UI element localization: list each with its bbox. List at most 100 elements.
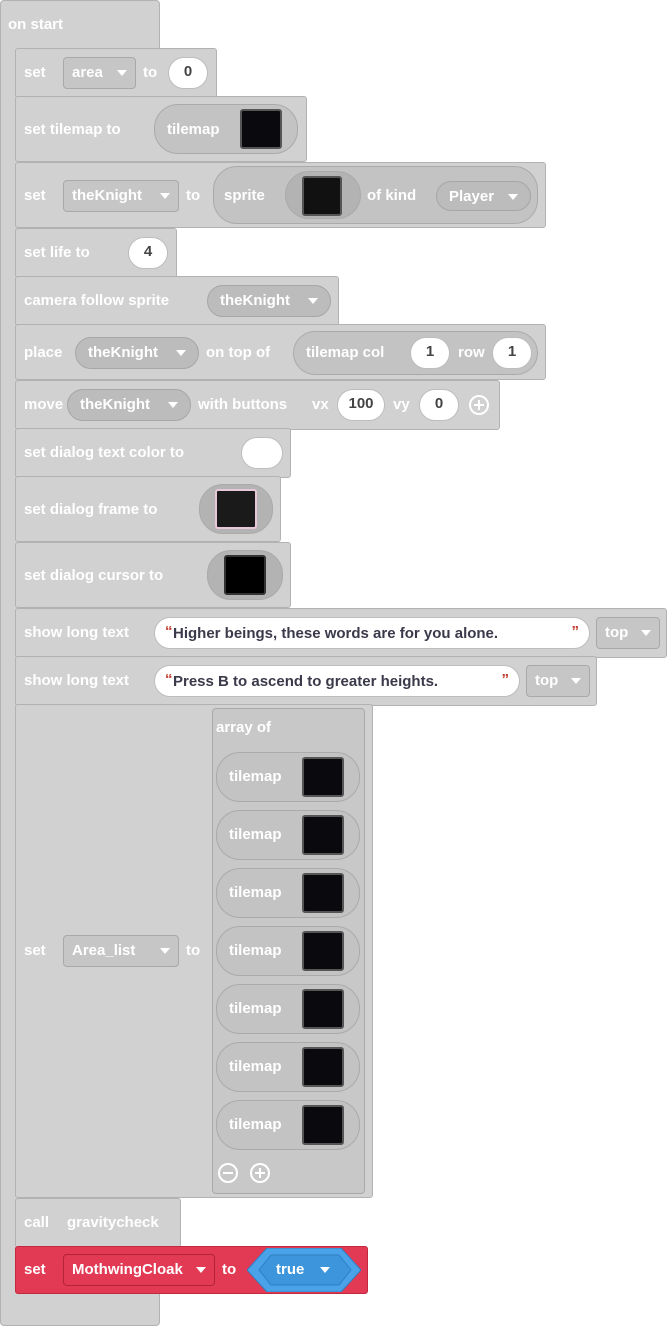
chevron-down-icon bbox=[641, 630, 651, 636]
chevron-down-icon bbox=[320, 1267, 330, 1273]
chevron-down-icon bbox=[160, 948, 170, 954]
tilemap-col-label: tilemap col bbox=[306, 344, 385, 361]
variable-name: Area_list bbox=[72, 942, 136, 959]
kind-name: Player bbox=[449, 188, 495, 205]
vx-label: vx bbox=[312, 396, 329, 413]
set-label: set bbox=[24, 942, 46, 959]
chevron-down-icon bbox=[160, 193, 170, 199]
col-value-input[interactable]: 1 bbox=[410, 337, 450, 369]
position-dropdown-1[interactable]: top bbox=[596, 617, 660, 649]
sprite-name: theKnight bbox=[80, 396, 150, 413]
call-label: call bbox=[24, 1214, 50, 1231]
to-label: to bbox=[186, 942, 201, 959]
vy-label: vy bbox=[393, 396, 410, 413]
to-label: to bbox=[186, 187, 201, 204]
array-item-label: tilemap bbox=[229, 884, 282, 901]
set-life-label: set life to bbox=[24, 244, 90, 261]
area-list-variable-dropdown[interactable]: Area_list bbox=[63, 935, 179, 967]
array-item-label: tilemap bbox=[229, 1058, 282, 1075]
on-start-label: on start bbox=[8, 16, 64, 33]
remove-item-icon[interactable] bbox=[218, 1163, 238, 1183]
close-quote-icon: ” bbox=[501, 671, 510, 688]
array-of-label: array of bbox=[216, 719, 272, 736]
sprite-name: theKnight bbox=[220, 292, 290, 309]
tilemap-thumbnail[interactable] bbox=[302, 757, 344, 797]
chevron-down-icon bbox=[168, 402, 178, 408]
tilemap-thumbnail[interactable] bbox=[240, 109, 282, 149]
life-value-input[interactable]: 4 bbox=[128, 237, 168, 269]
position-value: top bbox=[605, 624, 629, 641]
array-item-label: tilemap bbox=[229, 826, 282, 843]
to-label: to bbox=[143, 64, 158, 81]
place-sprite-dropdown[interactable]: theKnight bbox=[75, 337, 199, 369]
array-item-label: tilemap bbox=[229, 768, 282, 785]
chevron-down-icon bbox=[571, 678, 581, 684]
dialog-frame-image bbox=[215, 489, 257, 529]
array-item-label: tilemap bbox=[229, 1000, 282, 1017]
area-value-input[interactable]: 0 bbox=[168, 57, 208, 89]
color-swatch[interactable] bbox=[241, 437, 283, 469]
long-text-string-1[interactable]: “ Higher beings, these words are for you… bbox=[154, 617, 590, 649]
chevron-down-icon bbox=[117, 70, 127, 76]
boolean-value: true bbox=[276, 1261, 305, 1278]
move-label: move bbox=[24, 396, 64, 413]
string-text: Press B to ascend to greater heights. bbox=[173, 673, 439, 690]
tilemap-label: tilemap bbox=[167, 121, 220, 138]
set-label: set bbox=[24, 187, 46, 204]
long-text-string-2[interactable]: “ Press B to ascend to greater heights. … bbox=[154, 665, 520, 697]
variable-name: MothwingCloak bbox=[72, 1261, 183, 1278]
chevron-down-icon bbox=[508, 194, 518, 200]
tilemap-thumbnail[interactable] bbox=[302, 1105, 344, 1145]
move-sprite-dropdown[interactable]: theKnight bbox=[67, 389, 191, 421]
knight-variable-dropdown[interactable]: theKnight bbox=[63, 180, 179, 212]
on-top-of-label: on top of bbox=[206, 344, 271, 361]
tilemap-thumbnail[interactable] bbox=[302, 1047, 344, 1087]
vx-value-input[interactable]: 100 bbox=[337, 389, 385, 421]
set-label: set bbox=[24, 1261, 46, 1278]
tilemap-thumbnail[interactable] bbox=[302, 931, 344, 971]
add-parameter-icon[interactable] bbox=[469, 395, 489, 415]
dialog-cursor-image bbox=[224, 555, 266, 595]
with-buttons-label: with buttons bbox=[198, 396, 288, 413]
row-value-input[interactable]: 1 bbox=[492, 337, 532, 369]
kind-dropdown[interactable]: Player bbox=[436, 181, 531, 211]
place-label: place bbox=[24, 344, 63, 361]
knight-sprite-image bbox=[302, 176, 342, 216]
area-variable-dropdown[interactable]: area bbox=[63, 57, 136, 89]
tilemap-thumbnail[interactable] bbox=[302, 815, 344, 855]
tilemap-thumbnail[interactable] bbox=[302, 989, 344, 1029]
of-kind-label: of kind bbox=[367, 187, 417, 204]
chevron-down-icon bbox=[176, 350, 186, 356]
to-label: to bbox=[222, 1261, 237, 1278]
set-label: set bbox=[24, 64, 46, 81]
add-item-icon[interactable] bbox=[250, 1163, 270, 1183]
row-label: row bbox=[458, 344, 485, 361]
dialog-text-color-label: set dialog text color to bbox=[24, 444, 185, 461]
string-text: Higher beings, these words are for you a… bbox=[173, 625, 499, 642]
position-dropdown-2[interactable]: top bbox=[526, 665, 590, 697]
open-quote-icon: “ bbox=[165, 671, 173, 688]
vy-value-input[interactable]: 0 bbox=[419, 389, 459, 421]
function-name: gravitycheck bbox=[67, 1214, 159, 1231]
dialog-frame-label: set dialog frame to bbox=[24, 501, 158, 518]
chevron-down-icon bbox=[308, 298, 318, 304]
set-tilemap-label: set tilemap to bbox=[24, 121, 121, 138]
close-quote-icon: ” bbox=[571, 623, 580, 640]
show-long-text-label: show long text bbox=[24, 672, 129, 689]
variable-name: theKnight bbox=[72, 187, 142, 204]
position-value: top bbox=[535, 672, 559, 689]
array-item-label: tilemap bbox=[229, 942, 282, 959]
dialog-cursor-label: set dialog cursor to bbox=[24, 567, 164, 584]
boolean-block[interactable]: true bbox=[247, 1248, 361, 1292]
open-quote-icon: “ bbox=[165, 623, 173, 640]
variable-name: area bbox=[72, 64, 103, 81]
show-long-text-label: show long text bbox=[24, 624, 129, 641]
sprite-name: theKnight bbox=[88, 344, 158, 361]
tilemap-thumbnail[interactable] bbox=[302, 873, 344, 913]
camera-sprite-dropdown[interactable]: theKnight bbox=[207, 285, 331, 317]
cloak-variable-dropdown[interactable]: MothwingCloak bbox=[63, 1254, 215, 1286]
sprite-label: sprite bbox=[224, 187, 265, 204]
array-item-label: tilemap bbox=[229, 1116, 282, 1133]
camera-follow-label: camera follow sprite bbox=[24, 292, 170, 309]
chevron-down-icon bbox=[196, 1267, 206, 1273]
